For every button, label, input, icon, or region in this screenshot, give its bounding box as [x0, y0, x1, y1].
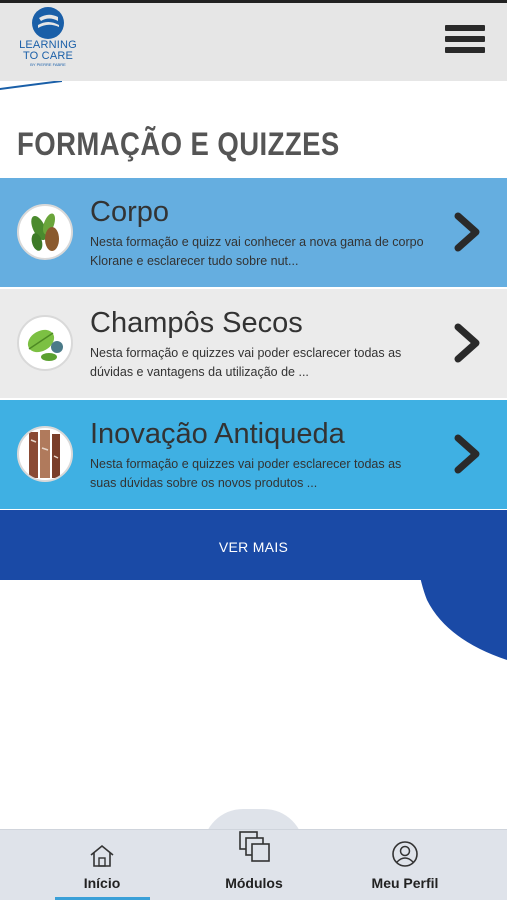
chevron-right-icon	[454, 323, 480, 363]
ver-mais-button[interactable]: VER MAIS	[0, 510, 507, 580]
nettle-leaf-icon	[17, 315, 73, 371]
course-card-inovacao-antiqueda[interactable]: Inovação Antiqueda Nesta formação e quiz…	[0, 400, 507, 509]
nav-label: Módulos	[225, 875, 283, 891]
logo-text-line2: TO CARE	[22, 50, 74, 62]
app-logo[interactable]: LEARNING TO CARE BY PIERRE FABRE	[12, 6, 84, 82]
nav-label: Início	[83, 875, 121, 891]
course-description: Nesta formação e quizzes vai poder escla…	[90, 457, 402, 490]
nav-item-modulos[interactable]: Módulos	[184, 830, 324, 900]
chevron-right-icon	[454, 434, 480, 474]
course-title: Corpo	[90, 196, 169, 228]
nav-item-meu-perfil[interactable]: Meu Perfil	[335, 830, 475, 900]
home-icon	[90, 844, 114, 867]
course-description: Nesta formação e quizz vai conhecer a no…	[90, 235, 424, 268]
logo-mark-icon	[32, 7, 64, 39]
app-header: LEARNING TO CARE BY PIERRE FABRE	[0, 0, 507, 81]
profile-icon	[392, 841, 418, 867]
logo-subtext: BY PIERRE FABRE	[30, 62, 66, 67]
bark-icon	[17, 426, 73, 482]
course-card-corpo[interactable]: Corpo Nesta formação e quizz vai conhece…	[0, 178, 507, 287]
course-description: Nesta formação e quizzes vai poder escla…	[90, 346, 402, 379]
modules-icon	[239, 831, 270, 862]
ver-mais-label: VER MAIS	[218, 539, 289, 555]
chevron-right-icon	[454, 212, 480, 252]
course-title: Champôs Secos	[90, 307, 303, 339]
bottom-navigation: Início Módulos Meu Perfil	[0, 829, 507, 900]
nav-item-inicio[interactable]: Início	[32, 830, 172, 900]
course-title: Inovação Antiqueda	[90, 418, 345, 450]
course-card-champos-secos[interactable]: Champôs Secos Nesta formação e quizzes v…	[0, 289, 507, 398]
leaves-icon	[17, 204, 73, 260]
nav-label: Meu Perfil	[371, 875, 439, 891]
section-title: FORMAÇÃO E QUIZZES	[17, 126, 340, 162]
hamburger-menu-icon[interactable]	[445, 25, 485, 59]
